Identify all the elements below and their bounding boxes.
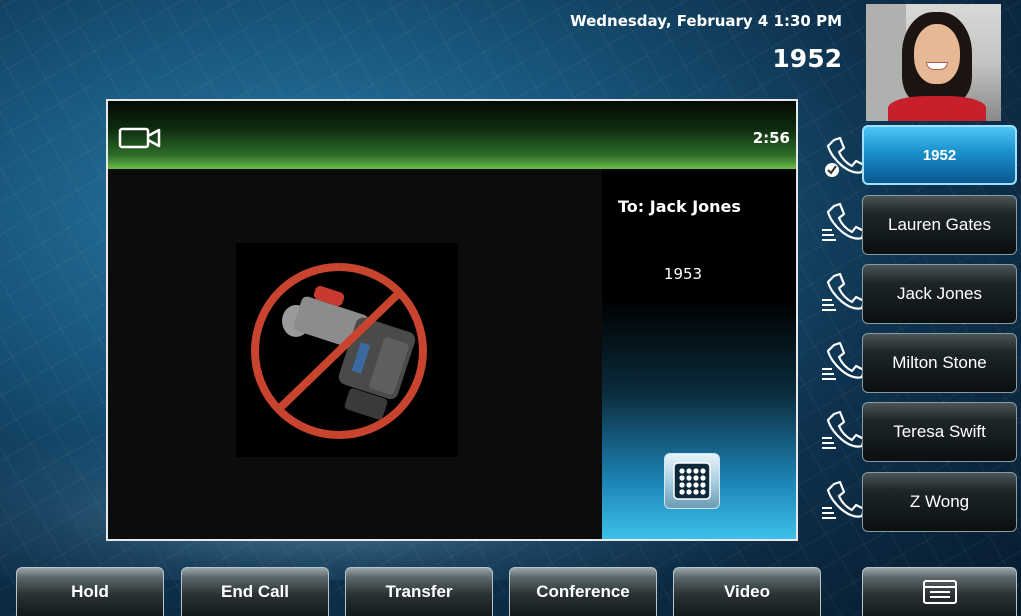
line-key-jack-jones[interactable]: Jack Jones (862, 264, 1017, 324)
dialpad-icon (673, 462, 711, 500)
line-key-z-wong[interactable]: Z Wong (862, 472, 1017, 532)
video-button[interactable]: Video (673, 567, 821, 616)
phone-handset-icon (822, 202, 864, 241)
contact-photo (866, 4, 1001, 121)
phone-registered-icon (825, 136, 864, 177)
callee-number: 1953 (663, 265, 703, 283)
call-window: 2:56 To: Jack Jones 1953 (106, 99, 798, 541)
line-key-lauren-gates[interactable]: Lauren Gates (862, 195, 1017, 255)
call-info-panel: To: Jack Jones 1953 (602, 169, 796, 539)
end-call-button[interactable]: End Call (181, 567, 329, 616)
conference-button[interactable]: Conference (509, 567, 657, 616)
menu-icon (922, 580, 957, 604)
call-timer: 2:56 (752, 129, 790, 147)
hold-button[interactable]: Hold (16, 567, 164, 616)
line-key-teresa-swift[interactable]: Teresa Swift (862, 402, 1017, 462)
line-key-milton-stone[interactable]: Milton Stone (862, 333, 1017, 393)
phone-handset-icon (822, 410, 864, 449)
menu-button[interactable] (862, 567, 1017, 616)
dialpad-button[interactable] (664, 453, 720, 509)
date-time: Wednesday, February 4 1:30 PM (570, 12, 842, 30)
phone-handset-icon (822, 272, 864, 311)
line-key-1952[interactable]: 1952 (862, 125, 1017, 185)
video-camera-icon (118, 127, 161, 149)
call-recipient: To: Jack Jones (618, 197, 741, 216)
call-header: 2:56 (108, 101, 796, 169)
video-muted-icon (236, 243, 458, 457)
phone-handset-icon (822, 341, 864, 380)
phone-handset-icon (822, 480, 864, 519)
own-line-number: 1952 (772, 44, 842, 73)
transfer-button[interactable]: Transfer (345, 567, 493, 616)
